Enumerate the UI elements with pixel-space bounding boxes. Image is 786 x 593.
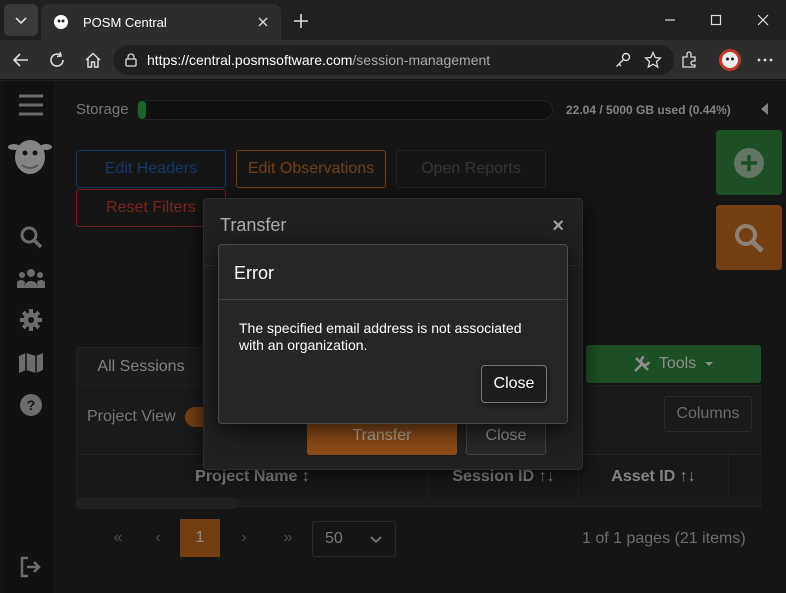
new-tab-icon[interactable]	[288, 8, 314, 34]
refresh-icon[interactable]	[43, 46, 71, 74]
maximize-icon[interactable]	[701, 6, 731, 34]
minimize-icon[interactable]	[655, 6, 685, 34]
lock-icon[interactable]	[123, 52, 139, 68]
favicon-icon	[54, 15, 68, 29]
error-modal-title: Error	[234, 263, 274, 283]
error-divider	[219, 299, 567, 300]
window-close-icon[interactable]	[748, 6, 778, 34]
browser-tab-bar: POSM Central	[0, 0, 786, 40]
url-path: /session-management	[352, 52, 491, 68]
extensions-icon[interactable]	[675, 46, 703, 74]
url-input[interactable]: https://central.posmsoftware.com/session…	[113, 45, 674, 75]
back-icon[interactable]	[7, 46, 35, 74]
url-domain: https://central.posmsoftware.com	[147, 52, 353, 68]
browser-address-bar: https://central.posmsoftware.com/session…	[0, 40, 786, 80]
star-icon[interactable]	[644, 51, 662, 69]
error-modal: Error The specified email address is not…	[218, 244, 568, 424]
error-close-button[interactable]: Close	[481, 365, 547, 403]
key-icon[interactable]	[614, 51, 632, 69]
browser-tab[interactable]: POSM Central	[41, 4, 281, 40]
tab-menu-icon[interactable]	[4, 4, 38, 36]
error-message: The specified email address is not assoc…	[239, 320, 522, 353]
tab-title: POSM Central	[83, 14, 167, 30]
home-icon[interactable]	[79, 46, 107, 74]
profile-icon[interactable]	[716, 46, 744, 74]
tab-close-icon[interactable]	[253, 12, 273, 32]
more-icon[interactable]	[751, 46, 779, 74]
